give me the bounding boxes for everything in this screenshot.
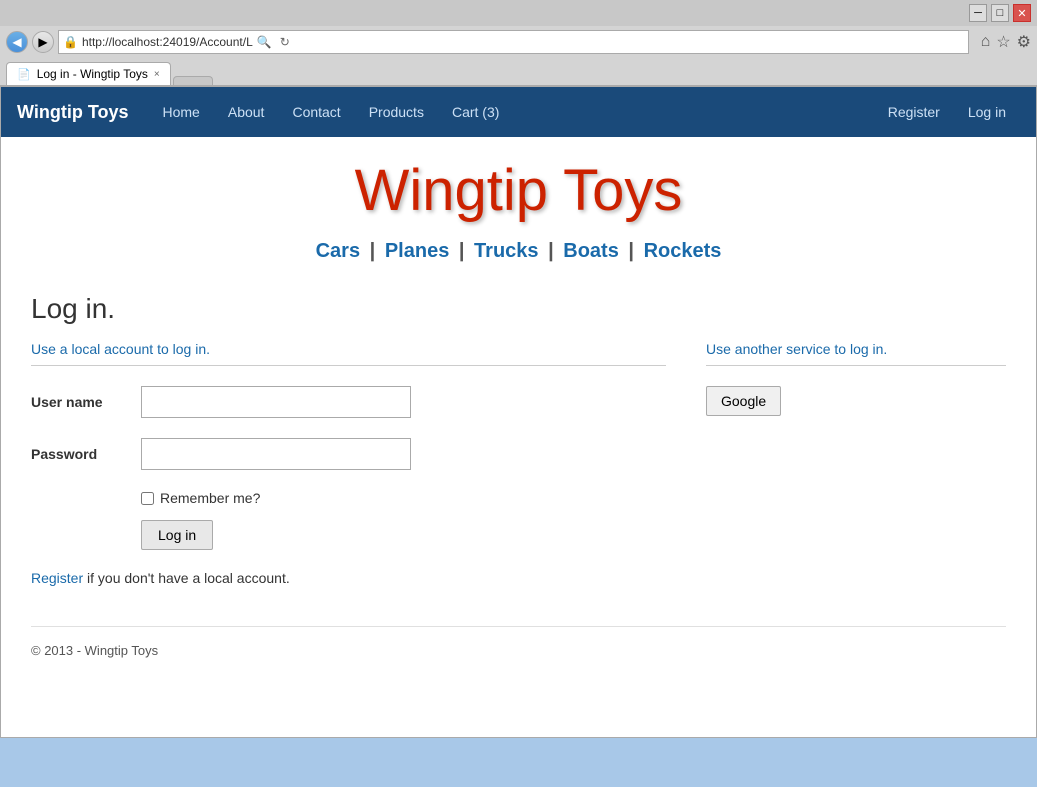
register-text: Register if you don't have a local accou…: [31, 570, 666, 586]
favorites-icon[interactable]: ☆: [996, 32, 1010, 52]
login-container: Use a local account to log in. User name…: [31, 341, 1006, 586]
nav-products[interactable]: Products: [355, 87, 438, 137]
category-cars[interactable]: Cars: [316, 240, 360, 262]
google-button[interactable]: Google: [706, 386, 781, 416]
brand-link[interactable]: Wingtip Toys: [17, 102, 129, 123]
browser-icons: ⌂ ☆ ⚙: [981, 32, 1031, 52]
category-trucks[interactable]: Trucks: [474, 240, 538, 262]
site-title: Wingtip Toys: [31, 157, 1006, 224]
search-icon: 🔍: [257, 35, 272, 49]
site-navbar: Wingtip Toys Home About Contact Products…: [1, 87, 1036, 137]
nav-cart[interactable]: Cart (3): [438, 87, 513, 137]
main-content: Wingtip Toys Cars | Planes | Trucks | Bo…: [1, 137, 1036, 737]
sep-2: |: [459, 240, 465, 262]
sep-3: |: [548, 240, 554, 262]
local-subtitle: Use a local account to log in.: [31, 341, 666, 357]
address-bar[interactable]: 🔒 http://localhost:24019/Account/L 🔍 ↻: [58, 30, 969, 54]
sep-4: |: [628, 240, 634, 262]
tab-title: Log in - Wingtip Toys: [37, 67, 148, 81]
maximize-button[interactable]: □: [991, 4, 1009, 22]
remember-label: Remember me?: [160, 490, 260, 506]
external-divider: [706, 365, 1006, 366]
settings-icon[interactable]: ⚙: [1017, 32, 1031, 52]
local-login-section: Use a local account to log in. User name…: [31, 341, 666, 586]
password-input[interactable]: [141, 438, 411, 470]
browser-chrome: ─ □ ✕ ◀ ▶ 🔒 http://localhost:24019/Accou…: [0, 0, 1037, 86]
tab-icon: 📄: [17, 68, 31, 81]
username-row: User name: [31, 386, 666, 418]
nav-register[interactable]: Register: [874, 87, 954, 137]
register-suffix: if you don't have a local account.: [83, 570, 290, 586]
close-button[interactable]: ✕: [1013, 4, 1031, 22]
local-divider: [31, 365, 666, 366]
category-rockets[interactable]: Rockets: [644, 240, 722, 262]
nav-bar: ◀ ▶ 🔒 http://localhost:24019/Account/L 🔍…: [0, 26, 1037, 58]
username-label: User name: [31, 394, 141, 410]
register-link[interactable]: Register: [31, 570, 83, 586]
category-planes[interactable]: Planes: [385, 240, 449, 262]
login-button[interactable]: Log in: [141, 520, 213, 550]
forward-button[interactable]: ▶: [32, 31, 54, 53]
refresh-icon[interactable]: ↻: [280, 35, 290, 49]
home-icon[interactable]: ⌂: [981, 33, 991, 51]
address-text: http://localhost:24019/Account/L: [82, 35, 253, 49]
category-boats[interactable]: Boats: [563, 240, 619, 262]
footer-text: © 2013 - Wingtip Toys: [31, 643, 158, 658]
back-button[interactable]: ◀: [6, 31, 28, 53]
external-subtitle: Use another service to log in.: [706, 341, 1006, 357]
nav-contact[interactable]: Contact: [278, 87, 354, 137]
nav-home[interactable]: Home: [149, 87, 214, 137]
tab-close-icon[interactable]: ×: [154, 69, 160, 80]
username-input[interactable]: [141, 386, 411, 418]
tab-bar: 📄 Log in - Wingtip Toys ×: [0, 58, 1037, 85]
password-row: Password: [31, 438, 666, 470]
category-links: Cars | Planes | Trucks | Boats | Rockets: [31, 240, 1006, 263]
password-label: Password: [31, 446, 141, 462]
nav-about[interactable]: About: [214, 87, 279, 137]
main-nav-links: Home About Contact Products Cart (3): [149, 87, 874, 137]
external-login-section: Use another service to log in. Google: [706, 341, 1006, 586]
new-tab[interactable]: [173, 76, 213, 85]
login-heading: Log in.: [31, 293, 1006, 325]
footer: © 2013 - Wingtip Toys: [31, 626, 1006, 668]
minimize-button[interactable]: ─: [969, 4, 987, 22]
page-wrapper: Wingtip Toys Home About Contact Products…: [0, 86, 1037, 738]
address-icon: 🔒: [63, 35, 78, 49]
remember-checkbox[interactable]: [141, 492, 154, 505]
title-bar: ─ □ ✕: [0, 0, 1037, 26]
sep-1: |: [370, 240, 376, 262]
nav-login[interactable]: Log in: [954, 87, 1020, 137]
nav-right: Register Log in: [874, 87, 1020, 137]
active-tab[interactable]: 📄 Log in - Wingtip Toys ×: [6, 62, 171, 85]
remember-row: Remember me?: [141, 490, 666, 506]
